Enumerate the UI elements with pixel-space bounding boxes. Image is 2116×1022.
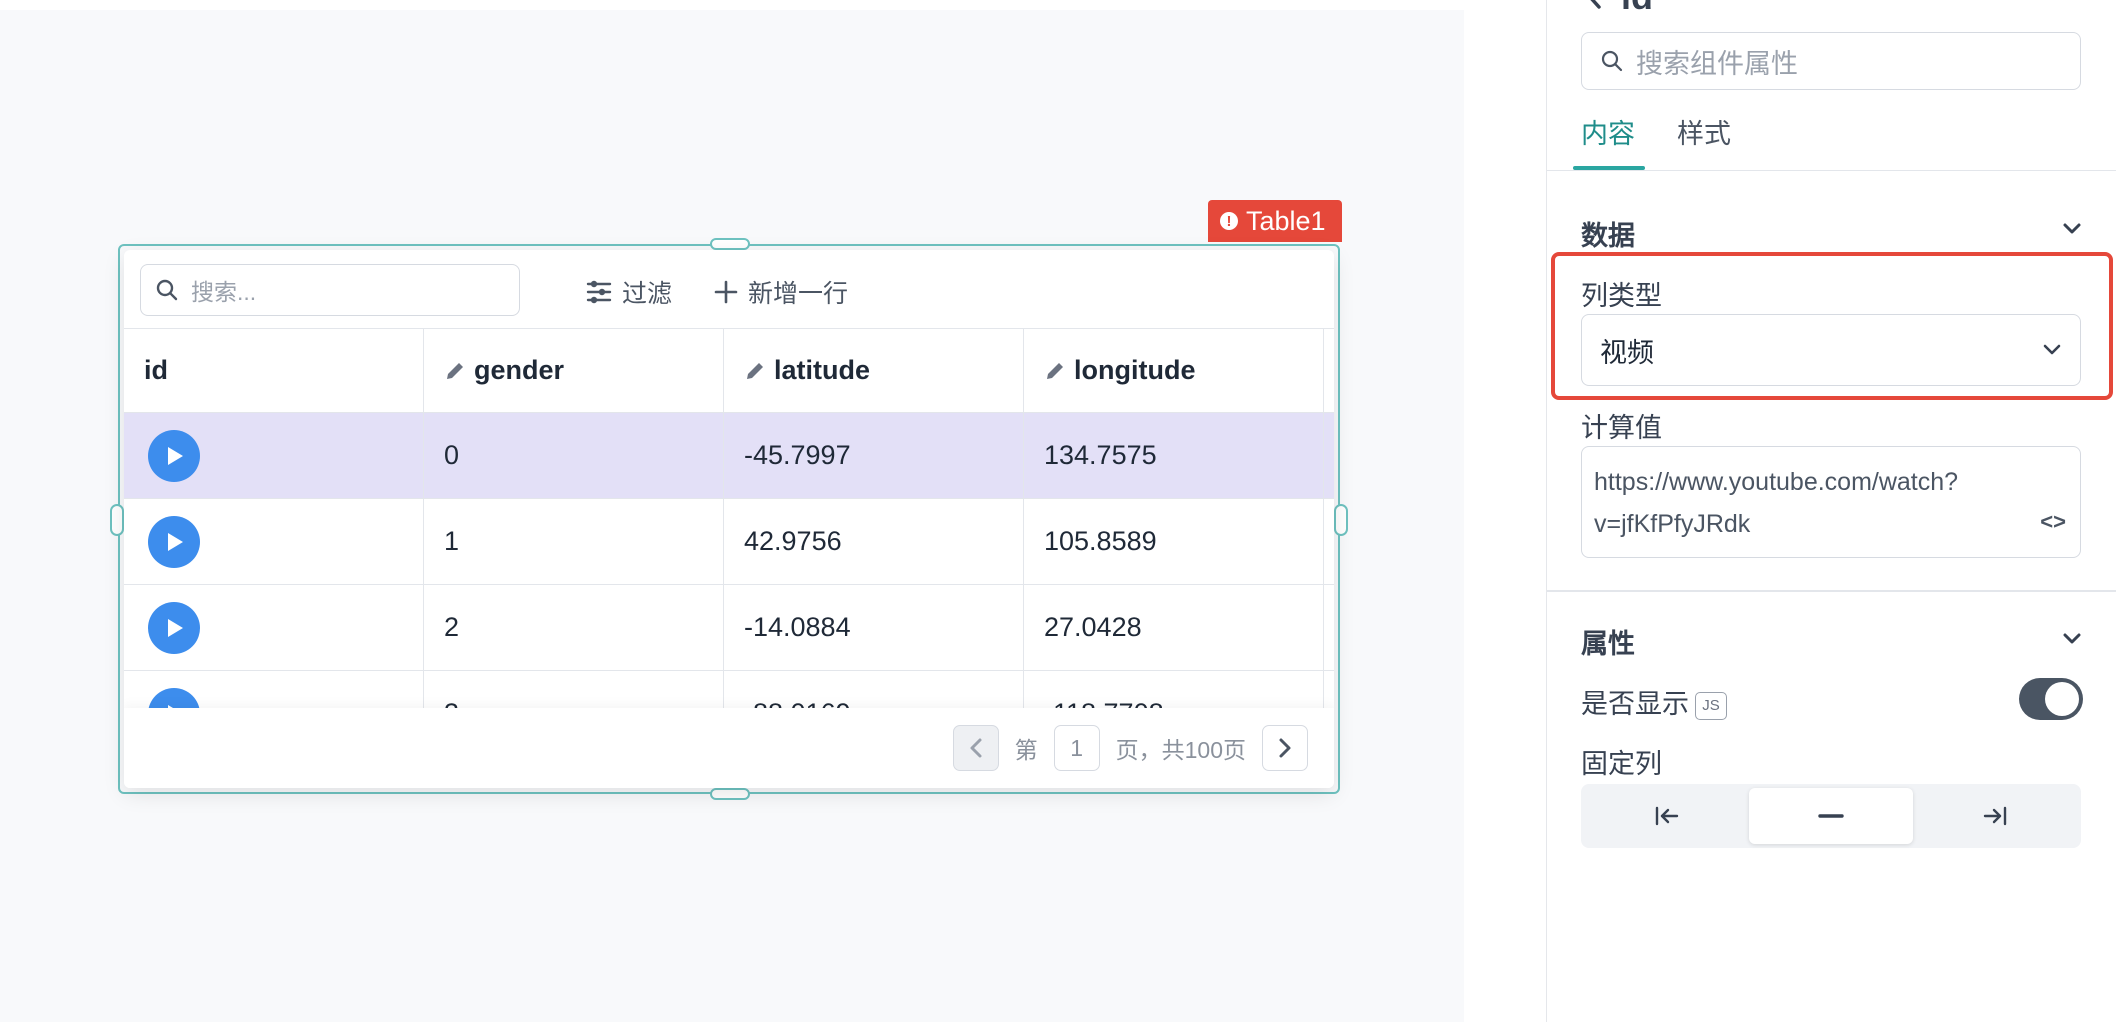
computed-value-editor[interactable]: https://www.youtube.com/watch? v=jfKfPfy…	[1581, 446, 2081, 558]
pagination-bar: 第 1 页，共100页	[124, 708, 1334, 788]
page-total: 页，共100页	[1115, 737, 1246, 763]
active-tab-indicator	[1573, 166, 1645, 170]
add-row-button[interactable]: 新增一行	[714, 274, 848, 310]
chevron-right-icon	[1279, 738, 1291, 758]
canvas-gutter	[1464, 0, 1546, 1022]
add-row-label: 新增一行	[748, 280, 849, 308]
latitude-cell[interactable]: -45.7997	[724, 413, 1024, 498]
minus-icon	[1818, 814, 1844, 818]
back-to-column-list[interactable]: id	[1585, 0, 1653, 18]
table-row[interactable]: 0 -45.7997 134.7575	[124, 413, 1334, 499]
fixed-column-label: 固定列	[1581, 749, 1662, 779]
column-type-select[interactable]: 视频	[1581, 314, 2081, 386]
section-divider	[1547, 590, 2116, 592]
filter-button[interactable]: 过滤	[586, 274, 672, 310]
table-row[interactable]: 2 -14.0884 27.0428	[124, 585, 1334, 671]
fix-none-option[interactable]	[1749, 788, 1913, 844]
fix-left-option[interactable]	[1585, 788, 1749, 844]
video-play-icon[interactable]	[148, 601, 200, 654]
gender-cell[interactable]: 0	[424, 413, 724, 498]
longitude-cell[interactable]: 134.7575	[1024, 413, 1324, 498]
js-toggle-badge[interactable]: JS	[1695, 691, 1727, 720]
longitude-cell[interactable]: 27.0428	[1024, 585, 1324, 670]
table-row[interactable]: 1 42.9756 105.8589	[124, 499, 1334, 585]
filter-label: 过滤	[622, 280, 673, 308]
tab-content[interactable]: 内容	[1581, 112, 1635, 151]
computed-value-line: https://www.youtube.com/watch?	[1594, 468, 1959, 496]
column-header-label: longitude	[1074, 355, 1196, 385]
resize-handle-bottom[interactable]	[710, 788, 750, 800]
chevron-down-icon[interactable]	[2062, 632, 2082, 646]
resize-handle-top[interactable]	[710, 238, 750, 250]
computed-value-line: v=jfKfPfyJRdk	[1594, 510, 1751, 538]
next-page-button[interactable]	[1262, 725, 1308, 771]
data-section-title[interactable]: 数据	[1581, 214, 1635, 253]
align-right-arrow-icon	[1983, 806, 2007, 826]
prev-page-button[interactable]	[952, 725, 999, 771]
column-header-gender[interactable]: gender	[424, 329, 724, 412]
latitude-cell[interactable]: 42.9756	[724, 499, 1024, 584]
plus-icon	[714, 280, 738, 304]
component-name: Table1	[1246, 205, 1326, 236]
search-icon	[156, 279, 178, 301]
code-brackets-icon[interactable]: <>	[2040, 501, 2066, 543]
resize-handle-right[interactable]	[1334, 504, 1348, 536]
edit-pencil-icon	[1047, 362, 1063, 379]
properties-panel: id 搜索组件属性 内容 样式 数据 列类型 视频 计算值 https://ww…	[1546, 0, 2116, 1022]
page-number-input[interactable]: 1	[1053, 725, 1100, 771]
toggle-knob	[2045, 682, 2079, 716]
column-header-label: gender	[474, 355, 565, 385]
property-search-input[interactable]: 搜索组件属性	[1581, 32, 2081, 90]
table-search-placeholder: 搜索...	[191, 279, 257, 305]
column-type-value: 视频	[1600, 337, 1654, 368]
edit-pencil-icon	[747, 362, 763, 379]
tab-style[interactable]: 样式	[1677, 112, 1731, 151]
column-header-label: id	[144, 355, 168, 385]
panel-title: id	[1621, 0, 1653, 18]
page-prefix: 第	[1014, 737, 1038, 763]
resize-handle-left[interactable]	[110, 504, 124, 536]
visible-label-row: 是否显示 JS	[1581, 682, 1727, 721]
chevron-down-icon[interactable]	[2062, 222, 2082, 236]
id-cell[interactable]	[124, 585, 424, 670]
chevron-left-icon	[1590, 0, 1601, 9]
align-left-arrow-icon	[1655, 806, 1679, 826]
id-cell[interactable]	[124, 413, 424, 498]
gender-cell[interactable]: 2	[424, 585, 724, 670]
video-play-icon[interactable]	[148, 429, 200, 482]
table-search-input[interactable]: 搜索...	[140, 264, 520, 316]
video-play-icon[interactable]	[148, 515, 200, 568]
component-name-tag[interactable]: ! Table1	[1208, 200, 1342, 242]
fixed-column-segmented	[1581, 784, 2081, 848]
chevron-down-icon	[2043, 344, 2061, 355]
column-header-id[interactable]: id	[124, 329, 424, 412]
visible-label: 是否显示	[1581, 689, 1689, 719]
column-header-label: latitude	[774, 355, 871, 385]
table-header-row: id gender latitude longitude	[124, 328, 1334, 413]
latitude-cell[interactable]: -14.0884	[724, 585, 1024, 670]
column-header-longitude[interactable]: longitude	[1024, 329, 1324, 412]
property-search-placeholder: 搜索组件属性	[1636, 48, 1798, 79]
attributes-section-title[interactable]: 属性	[1581, 622, 1635, 661]
column-type-label: 列类型	[1581, 281, 1662, 311]
computed-value-label: 计算值	[1581, 413, 1662, 443]
column-header-latitude[interactable]: latitude	[724, 329, 1024, 412]
search-icon	[1601, 50, 1623, 72]
gender-cell[interactable]: 1	[424, 499, 724, 584]
fix-right-option[interactable]	[1913, 788, 2077, 844]
warning-icon: !	[1220, 212, 1238, 230]
longitude-cell[interactable]: 105.8589	[1024, 499, 1324, 584]
panel-tabs: 内容 样式	[1547, 104, 2116, 171]
edit-pencil-icon	[447, 362, 463, 379]
visible-toggle[interactable]	[2019, 678, 2083, 720]
id-cell[interactable]	[124, 499, 424, 584]
table-component[interactable]: 搜索... 过滤 新增一行 id gender latitude longitu…	[124, 250, 1334, 788]
filter-icon	[586, 280, 612, 304]
chevron-left-icon	[970, 738, 982, 758]
